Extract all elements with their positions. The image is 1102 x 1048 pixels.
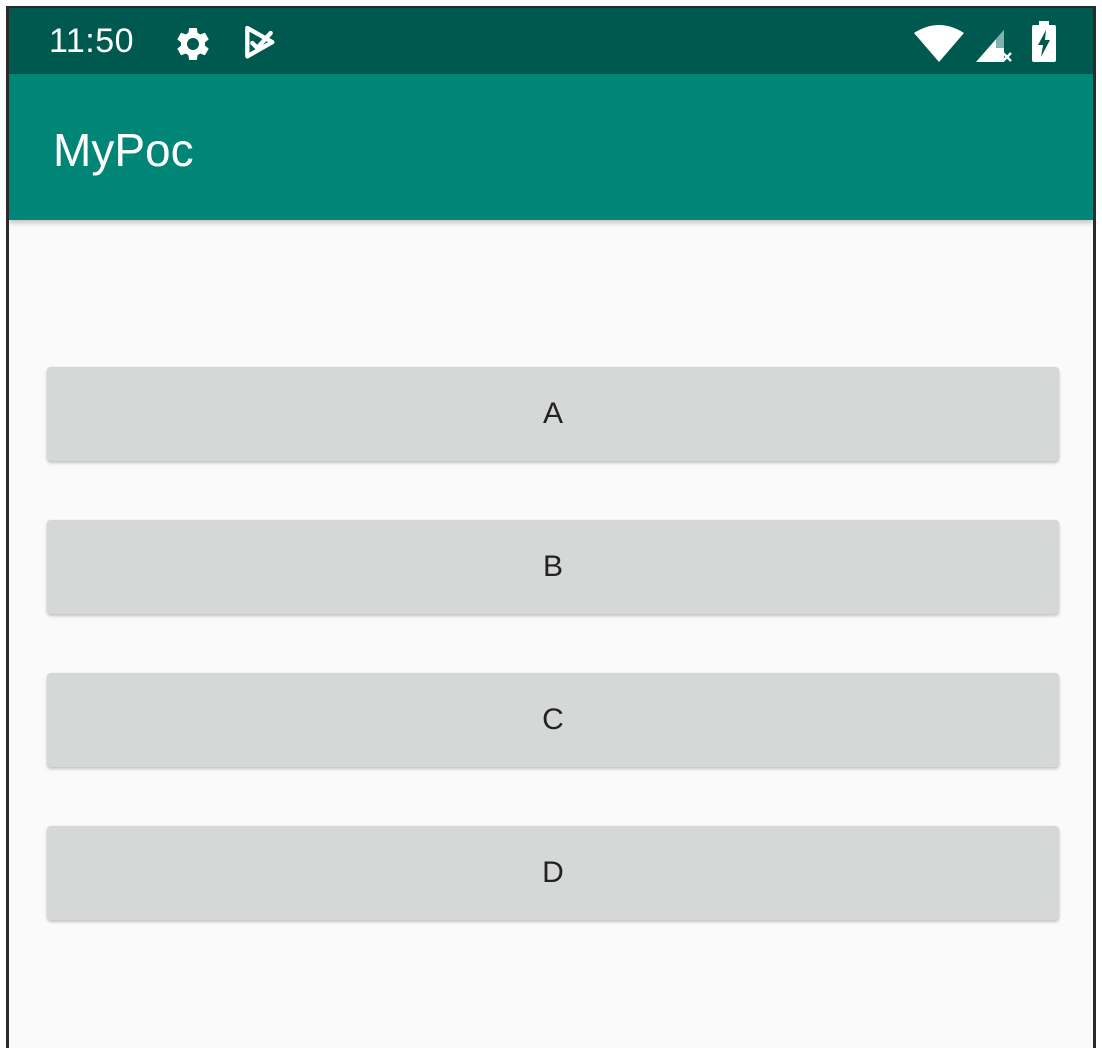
button-b[interactable]: B [47, 520, 1059, 614]
play-protect-icon [245, 25, 275, 59]
button-c[interactable]: C [47, 673, 1059, 767]
status-time: 11:50 [49, 22, 135, 60]
battery-charging-icon [1032, 21, 1056, 62]
status-bar: 11:50 [9, 8, 1093, 74]
app-bar: MyPoc [9, 74, 1093, 220]
app-title: MyPoc [53, 124, 194, 176]
button-a[interactable]: A [47, 367, 1059, 461]
wifi-icon [914, 25, 964, 62]
gear-icon [177, 27, 209, 60]
button-d[interactable]: D [47, 826, 1059, 920]
signal-icon [976, 30, 1012, 62]
phone-screen: 11:50 MyPoc A B C D [6, 6, 1096, 1048]
